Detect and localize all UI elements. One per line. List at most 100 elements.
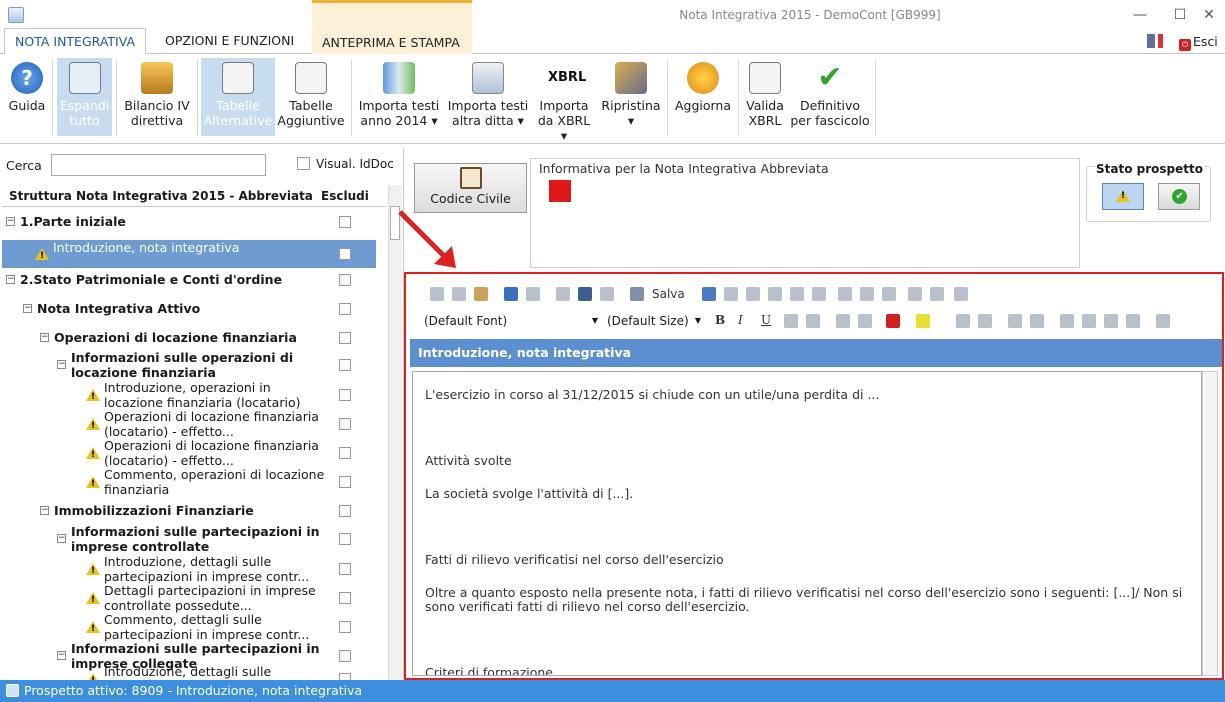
tree-node[interactable]: − Operazioni di locazione finanziaria — [2, 327, 376, 349]
exclude-checkbox[interactable] — [339, 650, 351, 662]
outdent-icon[interactable] — [978, 314, 992, 328]
shrink-font-icon[interactable] — [836, 314, 850, 328]
stato-warning-button[interactable] — [1102, 183, 1144, 210]
pdf-icon[interactable] — [549, 180, 571, 202]
exclude-checkbox[interactable] — [339, 447, 351, 459]
grow-font-icon[interactable] — [858, 314, 872, 328]
tree-node[interactable]: − Informazioni sulle operazioni di locazi… — [2, 350, 376, 380]
bullet-list-icon[interactable] — [1008, 314, 1022, 328]
editor-scrollbar[interactable] — [1202, 371, 1218, 676]
flag-icon[interactable] — [1147, 34, 1163, 48]
tree-node[interactable]: Commento, dettagli sulle partecipazioni … — [2, 612, 376, 642]
align-left-icon[interactable] — [1060, 314, 1074, 328]
numbered-list-icon[interactable] — [1030, 314, 1044, 328]
tree-node[interactable]: Dettagli partecipazioni in imprese contr… — [2, 583, 376, 613]
exclude-checkbox[interactable] — [339, 418, 351, 430]
minimize-button[interactable]: — — [1130, 6, 1150, 24]
valida-xbrl-button[interactable]: Valida XBRL — [742, 58, 788, 136]
importa-altra-ditta-button[interactable]: Importa testi altra ditta ▾ — [444, 58, 532, 136]
paste-icon[interactable] — [474, 287, 488, 301]
collapse-icon[interactable]: − — [57, 651, 66, 660]
delete-table-icon[interactable] — [882, 287, 896, 301]
insert-row-below-icon[interactable] — [768, 287, 782, 301]
insert-row-above-icon[interactable] — [746, 287, 760, 301]
tree-node[interactable]: −2.Stato Patrimoniale e Conti d'ordine — [2, 269, 376, 291]
guida-button[interactable]: ? Guida — [4, 58, 50, 136]
borders-icon[interactable] — [1156, 314, 1170, 328]
align-center-icon[interactable] — [1082, 314, 1096, 328]
italic-icon[interactable]: I — [738, 313, 743, 327]
collapse-icon[interactable]: − — [40, 506, 49, 515]
clear-format-icon[interactable] — [954, 287, 968, 301]
collapse-icon[interactable]: − — [40, 333, 49, 342]
delete-col-icon[interactable] — [860, 287, 874, 301]
exclude-checkbox[interactable] — [339, 621, 351, 633]
tree-node[interactable]: −1.Parte iniziale — [2, 211, 376, 233]
exclude-checkbox[interactable] — [339, 216, 351, 228]
exclude-checkbox[interactable] — [339, 248, 351, 260]
bold-icon[interactable]: B — [715, 313, 725, 327]
replace-icon[interactable] — [600, 287, 614, 301]
espandi-tutto-button[interactable]: Espandi tutto — [57, 58, 112, 136]
maximize-button[interactable]: ☐ — [1170, 6, 1190, 24]
exclude-checkbox[interactable] — [339, 673, 351, 680]
tree-node[interactable]: Introduzione, operazioni in locazione fi… — [2, 380, 376, 410]
align-right-icon[interactable] — [1104, 314, 1118, 328]
exclude-checkbox[interactable] — [339, 533, 351, 545]
tree-node[interactable]: − Nota Integrativa Attivo — [2, 298, 376, 320]
tabelle-aggiuntive-button[interactable]: Tabelle Aggiuntive — [276, 58, 346, 136]
collapse-icon[interactable]: − — [57, 360, 66, 369]
tree-node[interactable]: Introduzione, dettagli sulle — [2, 664, 376, 680]
save-icon[interactable] — [630, 287, 644, 301]
exclude-checkbox[interactable] — [339, 359, 351, 371]
exclude-checkbox[interactable] — [339, 476, 351, 488]
cut-icon[interactable] — [430, 287, 444, 301]
select-all-icon[interactable] — [556, 287, 570, 301]
insert-table-icon[interactable] — [702, 287, 716, 301]
save-button[interactable]: Salva — [652, 287, 685, 301]
collapse-icon[interactable]: − — [6, 217, 15, 226]
table-props-icon[interactable] — [724, 287, 738, 301]
collapse-icon[interactable]: − — [6, 275, 15, 284]
tab-anteprima-stampa[interactable]: ANTEPRIMA E STAMPA — [312, 0, 472, 54]
tree-node[interactable]: Introduzione, dettagli sulle partecipazi… — [2, 554, 376, 584]
highlight-icon[interactable] — [916, 314, 930, 328]
exclude-checkbox[interactable] — [339, 505, 351, 517]
tabelle-alternative-button[interactable]: Tabelle Alternative — [201, 58, 275, 136]
exclude-checkbox[interactable] — [339, 274, 351, 286]
tree-node[interactable]: Introduzione, nota integrativa — [2, 240, 376, 268]
underline-icon[interactable]: U — [761, 313, 771, 327]
definitivo-button[interactable]: ✔ Definitivo per fascicolo — [789, 58, 871, 136]
exclude-checkbox[interactable] — [339, 389, 351, 401]
find-icon[interactable] — [578, 287, 592, 301]
tree-node[interactable]: − Informazioni sulle partecipazioni in im… — [2, 524, 376, 554]
bilancio-button[interactable]: Bilancio IV direttiva — [120, 58, 194, 136]
split-cells-icon[interactable] — [930, 287, 944, 301]
delete-row-icon[interactable] — [838, 287, 852, 301]
spellcheck-icon[interactable] — [806, 314, 820, 328]
importa-xbrl-button[interactable]: XBRL Importa da XBRL ▾ — [533, 58, 595, 143]
ripristina-button[interactable]: Ripristina ▾ — [598, 58, 664, 136]
importa-2014-button[interactable]: Importa testi anno 2014 ▾ — [356, 58, 442, 136]
exit-button[interactable]: ⏻ Esci — [1179, 34, 1218, 51]
tab-nota-integrativa[interactable]: NOTA INTEGRATIVA — [4, 28, 147, 55]
font-color-icon[interactable] — [886, 314, 900, 328]
codice-civile-button[interactable]: Codice Civile — [414, 163, 527, 213]
collapse-icon[interactable]: − — [57, 534, 66, 543]
merge-cells-icon[interactable] — [908, 287, 922, 301]
editor-body[interactable]: L'esercizio in corso al 31/12/2015 si ch… — [412, 371, 1202, 676]
idoc-checkbox[interactable] — [297, 157, 310, 170]
insert-col-left-icon[interactable] — [790, 287, 804, 301]
close-button[interactable]: ✕ — [1199, 6, 1219, 24]
search-input[interactable] — [51, 154, 266, 176]
insert-col-right-icon[interactable] — [812, 287, 826, 301]
exclude-checkbox[interactable] — [339, 563, 351, 575]
tree-node[interactable]: − Immobilizzazioni Finanziarie — [2, 500, 376, 522]
collapse-icon[interactable]: − — [23, 304, 32, 313]
tree-node[interactable]: Operazioni di locazione finanziaria (loc… — [2, 438, 376, 468]
stato-ok-button[interactable]: ✔ — [1158, 183, 1200, 210]
tab-opzioni-funzioni[interactable]: OPZIONI E FUNZIONI — [155, 28, 304, 54]
tree-node[interactable]: Commento, operazioni di locazione finanz… — [2, 467, 376, 497]
justify-icon[interactable] — [1126, 314, 1140, 328]
exclude-checkbox[interactable] — [339, 303, 351, 315]
